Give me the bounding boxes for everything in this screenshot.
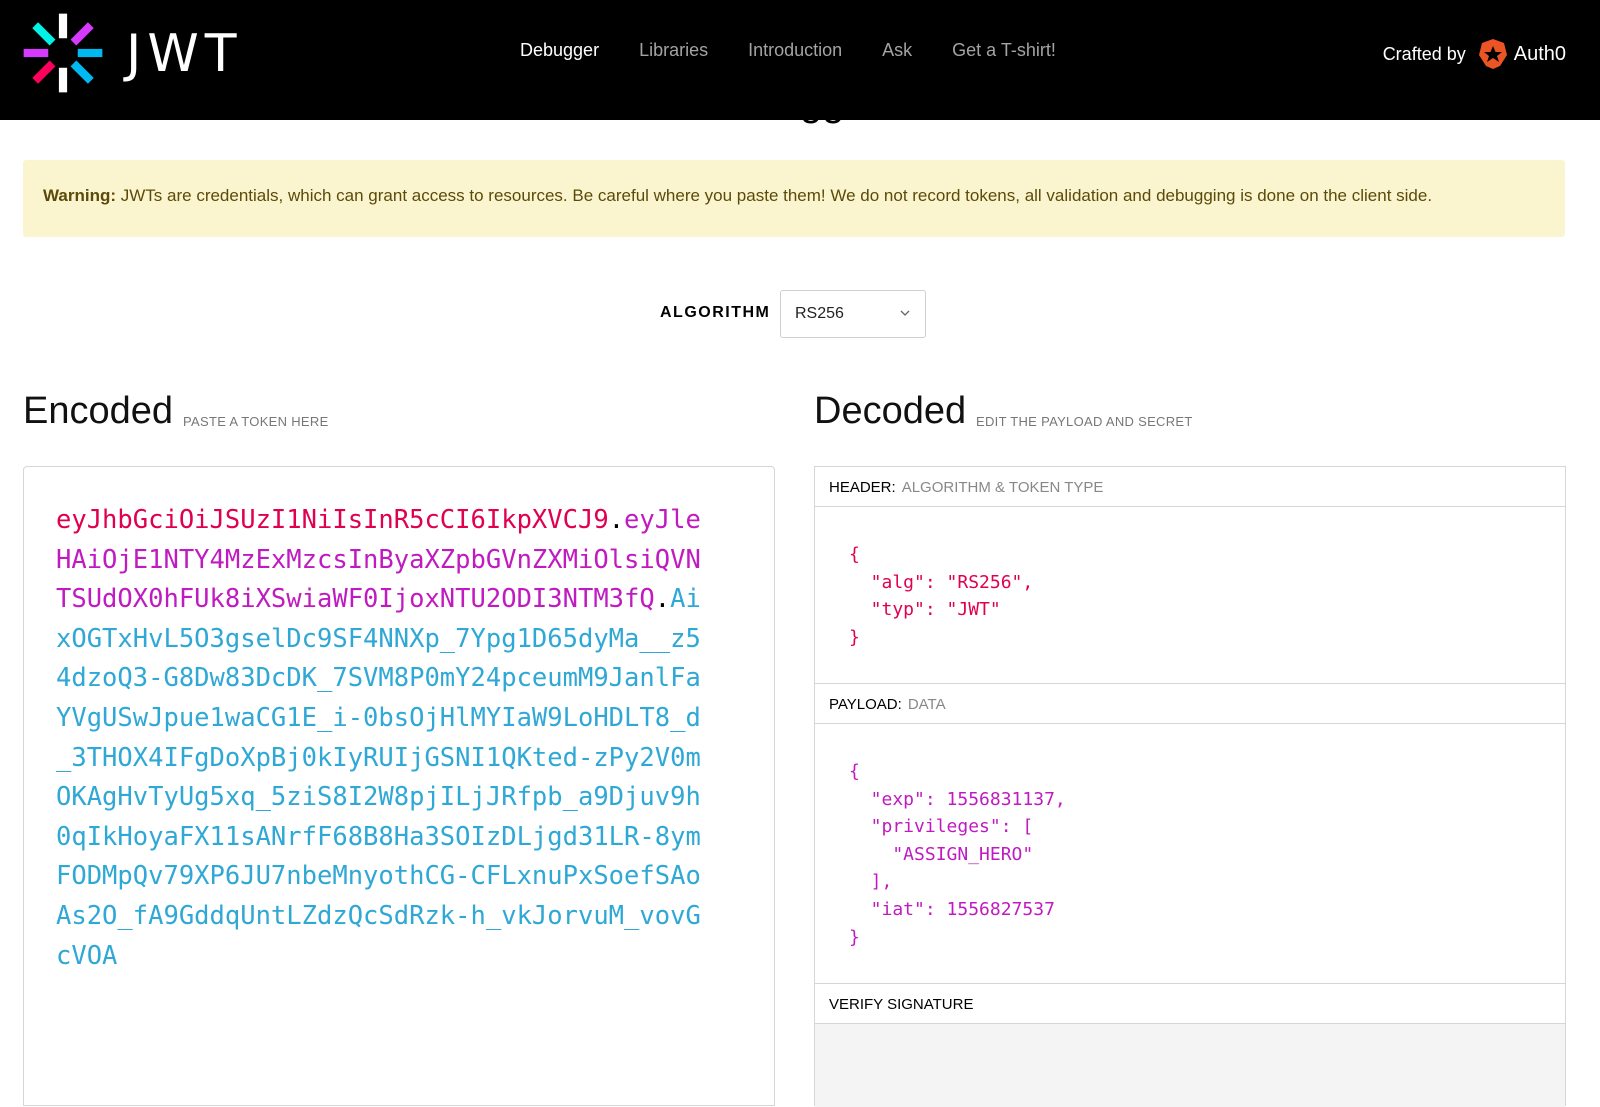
header-section-title: HEADER: ALGORITHM & TOKEN TYPE [815,467,1565,507]
token-separator-2: . [654,584,671,615]
nav-link-debugger[interactable]: Debugger [520,40,599,61]
header-sublabel: ALGORITHM & TOKEN TYPE [901,479,1104,496]
encoded-title: Encoded [23,390,174,432]
jwt-logo-text[interactable]: JWT [126,24,243,84]
algorithm-label: ALGORITHM [660,304,771,321]
page-title-fragment: gg [800,110,860,124]
auth0-name: Auth0 [1513,42,1566,65]
header-json-text[interactable]: { "alg": "RS256", "typ": "JWT" } [849,541,1033,651]
token-separator-1: . [608,505,625,535]
auth0-shield-icon [1478,39,1507,69]
nav-link-introduction[interactable]: Introduction [748,40,842,61]
token-signature-part: AixOGTxHvL5O3gselDc9SF4NNXp_7Ypg1D65dyMa… [56,584,701,971]
payload-json-text[interactable]: { "exp": 1556831137, "privileges": [ "AS… [849,758,1066,951]
header-label: HEADER: [829,479,896,496]
nav-link-ask[interactable]: Ask [882,40,912,61]
verify-label: VERIFY SIGNATURE [829,996,974,1013]
crafted-by-label: Crafted by [1382,43,1466,64]
nav-links: Debugger Libraries Introduction Ask Get … [520,40,1096,61]
jwt-logo-icon[interactable] [22,12,104,94]
verify-signature-body[interactable] [815,1024,1565,1107]
encoded-subtitle: PASTE A TOKEN HERE [183,414,329,429]
payload-json-editor[interactable]: { "exp": 1556831137, "privileges": [ "AS… [815,724,1565,984]
crafted-by-auth0[interactable]: Crafted by Auth0 [1383,38,1566,70]
encoded-token-editor[interactable]: eyJhbGciOiJSUzI1NiIsInR5cCI6IkpXVCJ9.eyJ… [23,466,775,1106]
algorithm-selected-value: RS256 [795,305,844,322]
warning-label: Warning: [43,186,117,205]
algorithm-select[interactable]: RS256 [780,290,926,338]
encoded-token-text[interactable]: eyJhbGciOiJSUzI1NiIsInR5cCI6IkpXVCJ9.eyJ… [56,501,706,976]
top-nav: JWT Debugger Libraries Introduction Ask … [0,0,1600,120]
nav-link-libraries[interactable]: Libraries [639,40,708,61]
payload-label: PAYLOAD: [829,696,902,713]
payload-section-title: PAYLOAD: DATA [815,684,1565,724]
decoded-subtitle: EDIT THE PAYLOAD AND SECRET [976,414,1193,429]
verify-section-title: VERIFY SIGNATURE [815,984,1565,1024]
token-header-part: eyJhbGciOiJSUzI1NiIsInR5cCI6IkpXVCJ9 [56,505,609,535]
chevron-down-icon [900,310,910,316]
decoded-panel: HEADER: ALGORITHM & TOKEN TYPE { "alg": "… [814,466,1566,1107]
warning-banner: Warning: JWTs are credentials, which can… [23,160,1565,237]
decoded-title: Decoded [814,390,967,432]
warning-text: JWTs are credentials, which can grant ac… [116,186,1433,205]
header-json-editor[interactable]: { "alg": "RS256", "typ": "JWT" } [815,507,1565,684]
nav-link-tshirt[interactable]: Get a T-shirt! [952,40,1056,61]
payload-sublabel: DATA [907,696,946,713]
